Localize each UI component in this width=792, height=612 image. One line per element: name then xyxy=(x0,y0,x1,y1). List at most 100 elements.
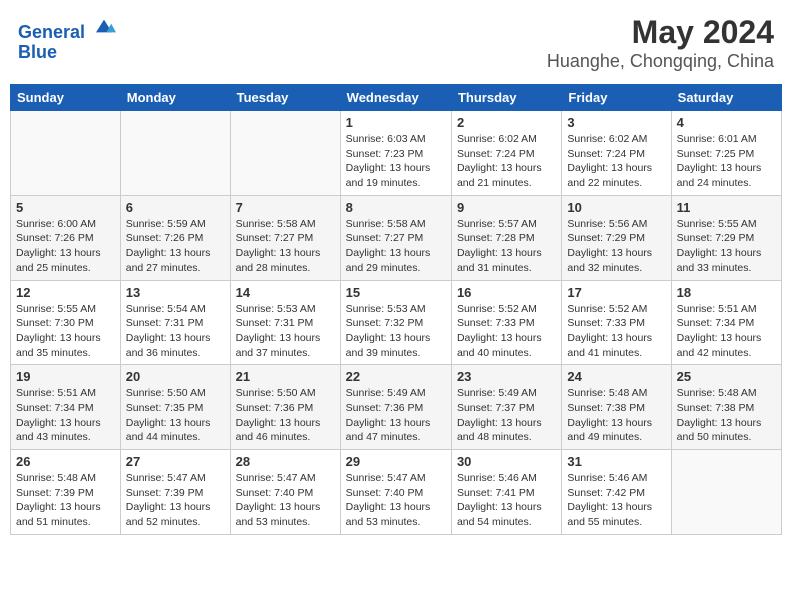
weekday-header-sunday: Sunday xyxy=(11,85,121,111)
day-info: Sunrise: 5:54 AMSunset: 7:31 PMDaylight:… xyxy=(126,302,225,361)
day-number: 17 xyxy=(567,285,665,300)
logo-text: General xyxy=(18,14,116,43)
weekday-header-thursday: Thursday xyxy=(451,85,561,111)
weekday-header-wednesday: Wednesday xyxy=(340,85,451,111)
calendar-cell: 1Sunrise: 6:03 AMSunset: 7:23 PMDaylight… xyxy=(340,111,451,196)
day-info: Sunrise: 5:57 AMSunset: 7:28 PMDaylight:… xyxy=(457,217,556,276)
calendar-cell: 21Sunrise: 5:50 AMSunset: 7:36 PMDayligh… xyxy=(230,365,340,450)
calendar-cell: 24 Sunrise: 5:48 AMSunset: 7:38 PMDayligh… xyxy=(562,365,671,450)
day-info: Sunrise: 5:48 AMSunset: 7:39 PMDaylight:… xyxy=(16,471,115,530)
calendar-cell: 30 Sunrise: 5:46 AMSunset: 7:41 PMDayligh… xyxy=(451,450,561,535)
day-info: Sunrise: 5:46 AMSunset: 7:41 PMDaylight:… xyxy=(457,471,556,530)
title-block: May 2024 Huanghe, Chongqing, China xyxy=(547,14,774,72)
calendar-cell: 28Sunrise: 5:47 AMSunset: 7:40 PMDayligh… xyxy=(230,450,340,535)
day-info: Sunrise: 5:49 AMSunset: 7:36 PMDaylight:… xyxy=(346,386,446,445)
calendar-cell: 18 Sunrise: 5:51 AMSunset: 7:34 PMDayligh… xyxy=(671,280,781,365)
calendar-week-row: 5 Sunrise: 6:00 AMSunset: 7:26 PMDaylight… xyxy=(11,195,782,280)
weekday-header-friday: Friday xyxy=(562,85,671,111)
day-number: 5 xyxy=(16,200,115,215)
calendar-cell xyxy=(230,111,340,196)
day-info: Sunrise: 5:49 AMSunset: 7:37 PMDaylight:… xyxy=(457,386,556,445)
calendar-cell: 17Sunrise: 5:52 AMSunset: 7:33 PMDayligh… xyxy=(562,280,671,365)
calendar-cell: 14 Sunrise: 5:53 AMSunset: 7:31 PMDayligh… xyxy=(230,280,340,365)
day-number: 27 xyxy=(126,454,225,469)
day-number: 16 xyxy=(457,285,556,300)
calendar-cell: 4 Sunrise: 6:01 AMSunset: 7:25 PMDaylight… xyxy=(671,111,781,196)
day-info: Sunrise: 5:53 AMSunset: 7:32 PMDaylight:… xyxy=(346,302,446,361)
day-info: Sunrise: 5:55 AMSunset: 7:30 PMDaylight:… xyxy=(16,302,115,361)
weekday-header-tuesday: Tuesday xyxy=(230,85,340,111)
calendar-table: SundayMondayTuesdayWednesdayThursdayFrid… xyxy=(10,84,782,535)
calendar-cell: 19Sunrise: 5:51 AMSunset: 7:34 PMDayligh… xyxy=(11,365,121,450)
day-number: 4 xyxy=(677,115,776,130)
calendar-cell: 10 Sunrise: 5:56 AMSunset: 7:29 PMDayligh… xyxy=(562,195,671,280)
calendar-cell: 7 Sunrise: 5:58 AMSunset: 7:27 PMDaylight… xyxy=(230,195,340,280)
day-number: 2 xyxy=(457,115,556,130)
day-info: Sunrise: 5:55 AMSunset: 7:29 PMDaylight:… xyxy=(677,217,776,276)
weekday-header-row: SundayMondayTuesdayWednesdayThursdayFrid… xyxy=(11,85,782,111)
day-info: Sunrise: 5:59 AMSunset: 7:26 PMDaylight:… xyxy=(126,217,225,276)
day-number: 7 xyxy=(236,200,335,215)
day-info: Sunrise: 5:50 AMSunset: 7:35 PMDaylight:… xyxy=(126,386,225,445)
day-info: Sunrise: 5:47 AMSunset: 7:40 PMDaylight:… xyxy=(346,471,446,530)
day-number: 20 xyxy=(126,369,225,384)
day-number: 11 xyxy=(677,200,776,215)
day-info: Sunrise: 5:48 AMSunset: 7:38 PMDaylight:… xyxy=(567,386,665,445)
calendar-cell: 27 Sunrise: 5:47 AMSunset: 7:39 PMDayligh… xyxy=(120,450,230,535)
day-number: 12 xyxy=(16,285,115,300)
day-number: 10 xyxy=(567,200,665,215)
day-number: 24 xyxy=(567,369,665,384)
day-info: Sunrise: 5:48 AMSunset: 7:38 PMDaylight:… xyxy=(677,386,776,445)
day-info: Sunrise: 6:01 AMSunset: 7:25 PMDaylight:… xyxy=(677,132,776,191)
day-info: Sunrise: 6:03 AMSunset: 7:23 PMDaylight:… xyxy=(346,132,446,191)
logo: General Blue xyxy=(18,14,116,63)
day-info: Sunrise: 6:00 AMSunset: 7:26 PMDaylight:… xyxy=(16,217,115,276)
day-number: 13 xyxy=(126,285,225,300)
calendar-cell xyxy=(120,111,230,196)
calendar-cell: 16Sunrise: 5:52 AMSunset: 7:33 PMDayligh… xyxy=(451,280,561,365)
day-number: 9 xyxy=(457,200,556,215)
calendar-cell: 3 Sunrise: 6:02 AMSunset: 7:24 PMDaylight… xyxy=(562,111,671,196)
calendar-cell: 13 Sunrise: 5:54 AMSunset: 7:31 PMDayligh… xyxy=(120,280,230,365)
day-info: Sunrise: 6:02 AMSunset: 7:24 PMDaylight:… xyxy=(457,132,556,191)
day-info: Sunrise: 5:56 AMSunset: 7:29 PMDaylight:… xyxy=(567,217,665,276)
day-number: 23 xyxy=(457,369,556,384)
calendar-cell xyxy=(671,450,781,535)
weekday-header-monday: Monday xyxy=(120,85,230,111)
day-info: Sunrise: 5:50 AMSunset: 7:36 PMDaylight:… xyxy=(236,386,335,445)
day-info: Sunrise: 6:02 AMSunset: 7:24 PMDaylight:… xyxy=(567,132,665,191)
calendar-cell: 8Sunrise: 5:58 AMSunset: 7:27 PMDaylight… xyxy=(340,195,451,280)
calendar-cell: 15Sunrise: 5:53 AMSunset: 7:32 PMDayligh… xyxy=(340,280,451,365)
month-title: May 2024 xyxy=(547,14,774,51)
day-number: 22 xyxy=(346,369,446,384)
calendar-week-row: 1Sunrise: 6:03 AMSunset: 7:23 PMDaylight… xyxy=(11,111,782,196)
day-info: Sunrise: 5:58 AMSunset: 7:27 PMDaylight:… xyxy=(346,217,446,276)
day-info: Sunrise: 5:46 AMSunset: 7:42 PMDaylight:… xyxy=(567,471,665,530)
day-info: Sunrise: 5:51 AMSunset: 7:34 PMDaylight:… xyxy=(16,386,115,445)
day-number: 18 xyxy=(677,285,776,300)
day-info: Sunrise: 5:51 AMSunset: 7:34 PMDaylight:… xyxy=(677,302,776,361)
day-number: 26 xyxy=(16,454,115,469)
calendar-cell: 26 Sunrise: 5:48 AMSunset: 7:39 PMDayligh… xyxy=(11,450,121,535)
day-number: 29 xyxy=(346,454,446,469)
day-info: Sunrise: 5:53 AMSunset: 7:31 PMDaylight:… xyxy=(236,302,335,361)
day-number: 31 xyxy=(567,454,665,469)
day-info: Sunrise: 5:58 AMSunset: 7:27 PMDaylight:… xyxy=(236,217,335,276)
logo-icon xyxy=(92,14,116,38)
calendar-cell: 22 Sunrise: 5:49 AMSunset: 7:36 PMDayligh… xyxy=(340,365,451,450)
day-number: 25 xyxy=(677,369,776,384)
day-number: 14 xyxy=(236,285,335,300)
calendar-week-row: 12 Sunrise: 5:55 AMSunset: 7:30 PMDayligh… xyxy=(11,280,782,365)
weekday-header-saturday: Saturday xyxy=(671,85,781,111)
day-info: Sunrise: 5:47 AMSunset: 7:39 PMDaylight:… xyxy=(126,471,225,530)
day-number: 30 xyxy=(457,454,556,469)
calendar-cell xyxy=(11,111,121,196)
calendar-cell: 5 Sunrise: 6:00 AMSunset: 7:26 PMDaylight… xyxy=(11,195,121,280)
day-info: Sunrise: 5:47 AMSunset: 7:40 PMDaylight:… xyxy=(236,471,335,530)
day-number: 6 xyxy=(126,200,225,215)
day-number: 3 xyxy=(567,115,665,130)
calendar-cell: 11 Sunrise: 5:55 AMSunset: 7:29 PMDayligh… xyxy=(671,195,781,280)
calendar-cell: 12 Sunrise: 5:55 AMSunset: 7:30 PMDayligh… xyxy=(11,280,121,365)
calendar-week-row: 19Sunrise: 5:51 AMSunset: 7:34 PMDayligh… xyxy=(11,365,782,450)
calendar-cell: 23 Sunrise: 5:49 AMSunset: 7:37 PMDayligh… xyxy=(451,365,561,450)
